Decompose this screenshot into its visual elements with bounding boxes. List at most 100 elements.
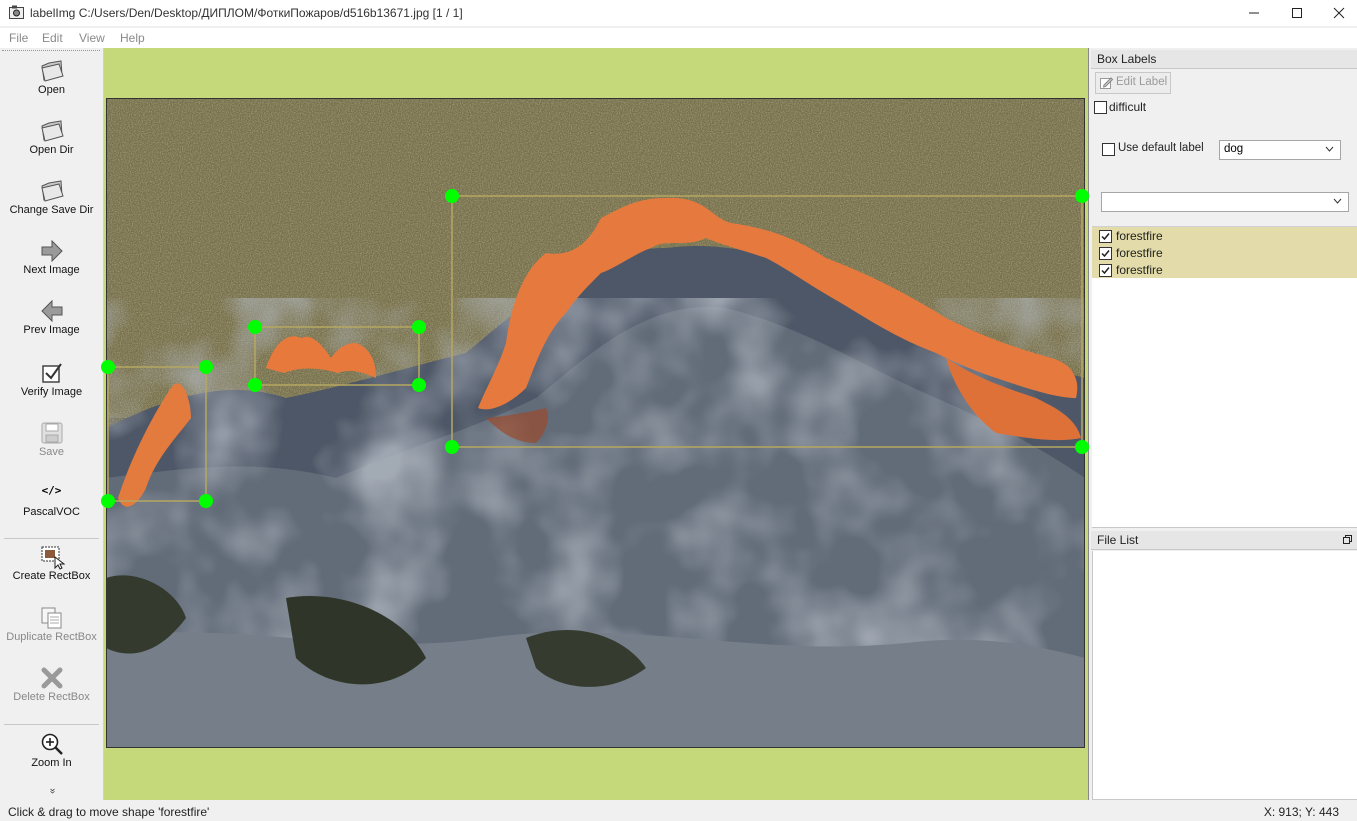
box-handle[interactable]	[199, 360, 213, 374]
next-image-button[interactable]: Next Image	[0, 238, 103, 276]
box-handle[interactable]	[101, 360, 115, 374]
toolbar-separator	[4, 724, 99, 725]
delete-x-icon	[41, 667, 62, 689]
file-list[interactable]	[1092, 551, 1357, 800]
save-button[interactable]: Save	[0, 420, 103, 458]
open-dir-button[interactable]: Open Dir	[0, 118, 103, 156]
label-list-item[interactable]: forestfire	[1092, 227, 1357, 244]
box-handle[interactable]	[248, 378, 262, 392]
save-label: Save	[38, 446, 65, 458]
label-item-name: forestfire	[1116, 229, 1163, 243]
label-item-checkbox[interactable]	[1099, 230, 1112, 243]
code-icon: </>	[41, 484, 62, 497]
checkmark-icon	[1101, 250, 1110, 258]
float-dock-icon[interactable]	[1343, 535, 1352, 544]
change-save-dir-button[interactable]: Change Save Dir	[0, 178, 103, 216]
box-handle[interactable]	[1075, 440, 1089, 454]
use-default-label-text: Use default label	[1118, 142, 1204, 154]
file-list-title: File List	[1091, 531, 1357, 550]
edit-label-button[interactable]: Edit Label	[1095, 72, 1171, 94]
zoom-in-label: Zoom In	[31, 757, 72, 769]
box-handle[interactable]	[248, 320, 262, 334]
menu-edit[interactable]: Edit	[42, 31, 63, 45]
box-handle[interactable]	[199, 494, 213, 508]
zoom-in-icon	[41, 733, 63, 755]
box-handle[interactable]	[101, 494, 115, 508]
menu-file[interactable]: File	[9, 31, 28, 45]
file-list-title-text: File List	[1097, 533, 1139, 547]
toolbar-grip	[2, 50, 100, 51]
label-list-item[interactable]: forestfire	[1092, 261, 1357, 278]
bounding-box[interactable]	[101, 360, 213, 508]
checkmark-icon	[1101, 233, 1110, 241]
label-item-checkbox[interactable]	[1099, 264, 1112, 277]
title-bar: labelImg C:/Users/Den/Desktop/ДИПЛОМ/Фот…	[0, 0, 1357, 26]
box-labels-title: Box Labels	[1091, 50, 1357, 69]
toolbar: Open Open Dir Change Save Dir Next Image…	[0, 48, 104, 800]
difficult-label: difficult	[1109, 100, 1147, 114]
box-handle[interactable]	[412, 320, 426, 334]
box-handle[interactable]	[445, 440, 459, 454]
open-dir-label: Open Dir	[29, 144, 74, 156]
verify-image-label: Verify Image	[20, 386, 83, 398]
status-bar: Click & drag to move shape 'forestfire' …	[0, 801, 1357, 821]
checkbox-icon	[41, 363, 62, 383]
window-title: labelImg C:/Users/Den/Desktop/ДИПЛОМ/Фот…	[30, 6, 463, 20]
next-image-label: Next Image	[23, 264, 80, 276]
maximize-button[interactable]	[1274, 0, 1320, 26]
label-item-checkbox[interactable]	[1099, 247, 1112, 260]
delete-rectbox-button[interactable]: Delete RectBox	[0, 665, 103, 703]
floppy-icon	[41, 422, 62, 444]
app-icon	[9, 5, 24, 19]
edit-label-text: Edit Label	[1116, 76, 1168, 88]
box-labels-title-text: Box Labels	[1097, 52, 1157, 66]
change-save-dir-label: Change Save Dir	[9, 204, 94, 216]
format-label: PascalVOC	[23, 506, 80, 518]
arrow-left-icon	[40, 299, 62, 323]
folder-icon	[40, 60, 64, 82]
folder-icon	[40, 120, 64, 142]
create-rectbox-button[interactable]: Create RectBox	[0, 544, 103, 582]
image-canvas[interactable]	[101, 48, 1089, 800]
format-button[interactable]: </> PascalVOC	[0, 484, 103, 518]
edit-icon	[1100, 77, 1113, 89]
label-list-item[interactable]: forestfire	[1092, 244, 1357, 261]
default-label-combo[interactable]: dog	[1219, 140, 1341, 160]
label-item-name: forestfire	[1116, 263, 1163, 277]
status-message: Click & drag to move shape 'forestfire'	[8, 805, 210, 819]
checkmark-icon	[1101, 267, 1110, 275]
open-button[interactable]: Open	[0, 58, 103, 96]
use-default-label-checkbox[interactable]	[1102, 143, 1115, 156]
label-list: forestfire forestfire forestfire	[1092, 226, 1357, 528]
create-rectbox-label: Create RectBox	[12, 570, 91, 582]
bounding-box[interactable]	[248, 320, 426, 392]
zoom-in-button[interactable]: Zoom In	[0, 731, 103, 769]
menu-view[interactable]: View	[79, 31, 105, 45]
prev-image-button[interactable]: Prev Image	[0, 298, 103, 336]
maximize-icon	[1292, 8, 1302, 18]
verify-image-button[interactable]: Verify Image	[0, 360, 103, 398]
close-button[interactable]	[1316, 0, 1357, 26]
box-handle[interactable]	[445, 189, 459, 203]
duplicate-rectbox-button[interactable]: Duplicate RectBox	[0, 605, 103, 643]
default-label-value: dog	[1224, 143, 1244, 155]
difficult-checkbox[interactable]	[1094, 101, 1107, 114]
delete-rectbox-label: Delete RectBox	[13, 691, 90, 703]
prev-image-label: Prev Image	[23, 324, 80, 336]
menu-bar: File Edit View Help	[0, 28, 1357, 48]
box-handle[interactable]	[1075, 189, 1089, 203]
bounding-box-selected[interactable]	[445, 189, 1089, 454]
open-label: Open	[38, 84, 65, 96]
label-filter-combo[interactable]	[1101, 192, 1349, 212]
menu-help[interactable]: Help	[120, 31, 145, 45]
bounding-boxes-overlay[interactable]	[101, 48, 1089, 800]
cursor-coordinates: X: 913; Y: 443	[1263, 805, 1339, 819]
folder-icon	[40, 180, 64, 202]
toolbar-more-button[interactable]: »	[47, 786, 58, 796]
duplicate-icon	[41, 607, 61, 629]
toolbar-separator	[4, 538, 99, 539]
minimize-button[interactable]	[1231, 0, 1277, 26]
chevron-down-icon	[1325, 146, 1334, 152]
box-handle[interactable]	[412, 378, 426, 392]
label-item-name: forestfire	[1116, 246, 1163, 260]
